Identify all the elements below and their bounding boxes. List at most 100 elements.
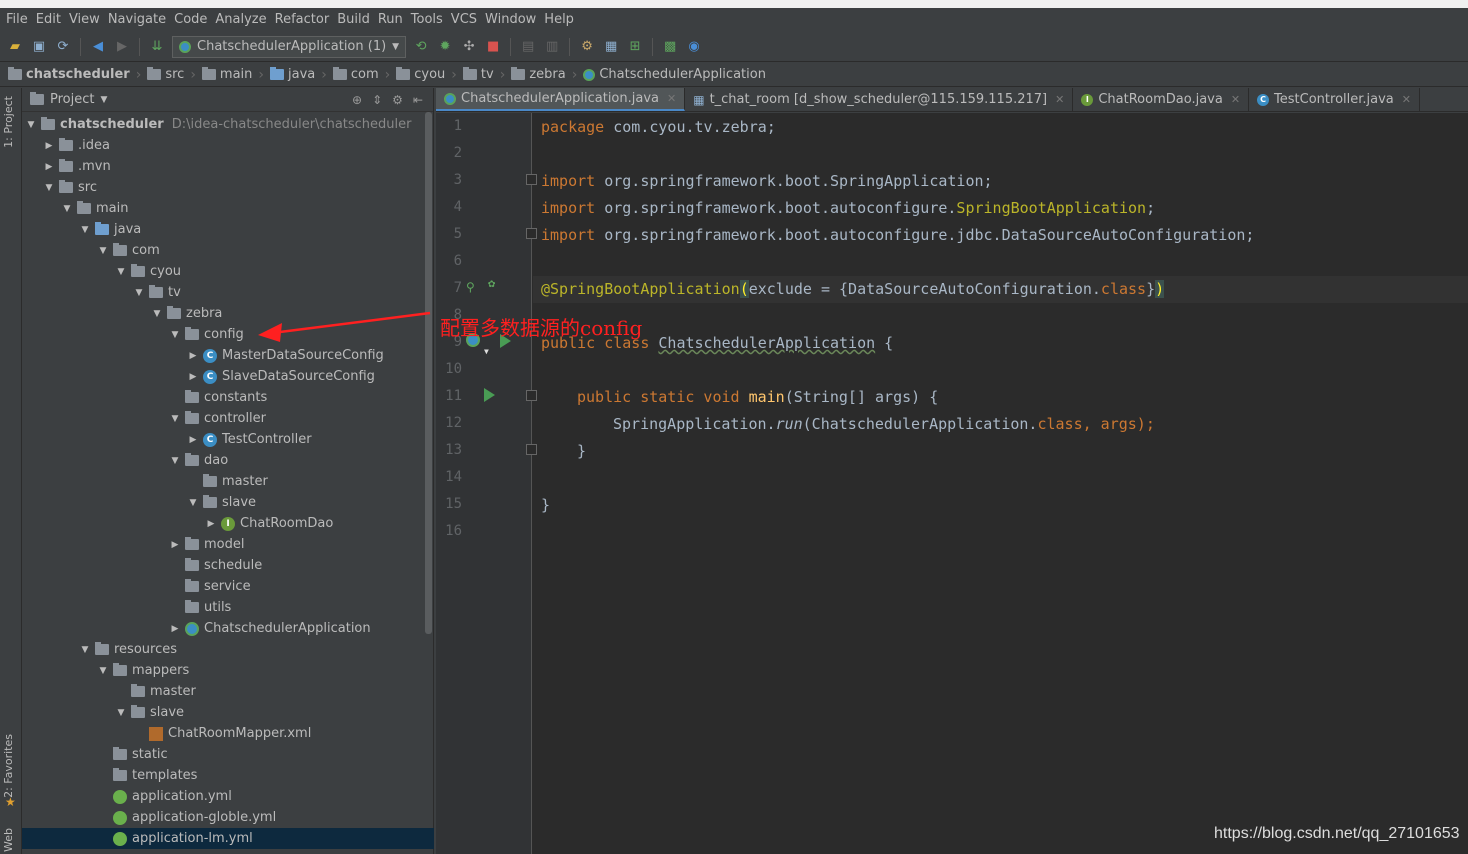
tree-node[interactable]: master [22, 471, 434, 492]
collapse-arrow-icon[interactable]: ▶ [204, 519, 218, 529]
menu-window[interactable]: Window [483, 12, 542, 27]
tree-node[interactable]: ▼ slave [22, 702, 434, 723]
close-icon[interactable]: ✕ [1402, 93, 1411, 106]
expand-arrow-icon[interactable]: ▼ [96, 666, 110, 676]
expand-arrow-icon[interactable]: ▼ [96, 246, 110, 256]
tree-node[interactable]: ▼ com [22, 240, 434, 261]
tab-chatroomdao[interactable]: I ChatRoomDao.java ✕ [1073, 88, 1250, 111]
expand-arrow-icon[interactable]: ▼ [78, 645, 92, 655]
menu-vcs[interactable]: VCS [449, 12, 483, 27]
tree-node[interactable]: templates [22, 765, 434, 786]
vcs-icon[interactable]: ▥ [543, 38, 561, 56]
menu-edit[interactable]: Edit [34, 12, 67, 27]
tree-node[interactable]: ▼ cyou [22, 261, 434, 282]
run-main-icon[interactable] [484, 388, 495, 402]
save-icon[interactable]: ▣ [30, 38, 48, 56]
code-editor[interactable]: 1 2 3 4 5 6 7 8 9 10 11 12 13 14 15 16 ⚲… [436, 113, 1468, 854]
forward-icon[interactable]: ▶ [113, 38, 131, 56]
collapse-arrow-icon[interactable]: ▶ [186, 372, 200, 382]
breadcrumb-item-java[interactable]: java [270, 67, 315, 82]
bean-icon[interactable]: ⚲ [466, 280, 475, 294]
chevron-down-icon[interactable]: ▼ [100, 95, 107, 105]
breadcrumb-item-chatscheduler[interactable]: chatscheduler [8, 67, 130, 82]
collapse-all-icon[interactable]: ⇕ [372, 93, 382, 107]
menu-refactor[interactable]: Refactor [273, 12, 336, 27]
menu-file[interactable]: File [4, 12, 34, 27]
tree-node[interactable]: ▼ java [22, 219, 434, 240]
tab-chatscheduler-application[interactable]: ChatschedulerApplication.java ✕ [436, 88, 686, 111]
expand-arrow-icon[interactable]: ▼ [168, 456, 182, 466]
project-scrollbar[interactable] [425, 112, 432, 634]
menu-help[interactable]: Help [542, 12, 580, 27]
project-structure-icon[interactable]: ▦ [602, 38, 620, 56]
close-icon[interactable]: ✕ [1231, 93, 1240, 106]
tree-node[interactable]: ChatRoomMapper.xml [22, 723, 434, 744]
collapse-arrow-icon[interactable]: ▶ [186, 435, 200, 445]
tree-node[interactable]: ▼ main [22, 198, 434, 219]
tab-testcontroller[interactable]: C TestController.java ✕ [1249, 88, 1420, 111]
tree-node[interactable]: service [22, 576, 434, 597]
fold-marker-icon[interactable] [526, 228, 537, 239]
spring-icon[interactable]: ✿ [488, 276, 495, 290]
collapse-arrow-icon[interactable]: ▶ [168, 540, 182, 550]
tree-node[interactable]: ▶ C TestController [22, 429, 434, 450]
debug-icon[interactable]: ✹ [436, 38, 454, 56]
breadcrumb-item-tv[interactable]: tv [462, 67, 494, 82]
collapse-arrow-icon[interactable]: ▶ [186, 351, 200, 361]
stop-icon[interactable]: ■ [484, 38, 502, 56]
breadcrumb-item-main[interactable]: main [201, 67, 252, 82]
tree-node[interactable]: schedule [22, 555, 434, 576]
tree-node[interactable]: ▼ resources [22, 639, 434, 660]
tree-node[interactable]: ▼ src [22, 177, 434, 198]
tree-node[interactable]: ▼ slave [22, 492, 434, 513]
make-icon[interactable]: ⇊ [148, 38, 166, 56]
project-view-selector[interactable]: Project [50, 92, 94, 107]
expand-arrow-icon[interactable]: ▼ [186, 498, 200, 508]
check-icon[interactable]: ◉ [685, 38, 703, 56]
sdk-icon[interactable]: ⊞ [626, 38, 644, 56]
tree-node-config[interactable]: ▼ config [22, 324, 434, 345]
tree-node[interactable]: static [22, 744, 434, 765]
expand-arrow-icon[interactable]: ▼ [168, 414, 182, 424]
tree-node[interactable]: ▼ mappers [22, 660, 434, 681]
breadcrumb-item-src[interactable]: src [147, 67, 184, 82]
gear-icon[interactable]: ⚙ [392, 93, 403, 107]
favorites-tool-tab[interactable]: 2: Favorites [2, 734, 15, 798]
run-icon[interactable]: ⟲ [412, 38, 430, 56]
expand-arrow-icon[interactable]: ▼ [24, 120, 38, 130]
fold-marker-icon[interactable] [526, 444, 537, 455]
tree-node[interactable]: ▼ controller [22, 408, 434, 429]
hide-panel-icon[interactable]: ⇤ [413, 93, 423, 107]
tree-node[interactable]: ▶ .idea [22, 135, 434, 156]
tree-node-selected[interactable]: application-lm.yml [22, 828, 434, 849]
expand-arrow-icon[interactable]: ▼ [60, 204, 74, 214]
tree-node[interactable]: application.yml [22, 786, 434, 807]
terminal-icon[interactable]: ▩ [661, 38, 679, 56]
menu-build[interactable]: Build [335, 12, 376, 27]
tree-node[interactable]: ▼ dao [22, 450, 434, 471]
web-tool-tab[interactable]: Web [2, 828, 15, 852]
expand-arrow-icon[interactable]: ▼ [132, 288, 146, 298]
expand-arrow-icon[interactable]: ▼ [42, 183, 56, 193]
breadcrumb-item-cyou[interactable]: cyou [396, 67, 445, 82]
run-configuration-selector[interactable]: ChatschedulerApplication (1) ▼ [172, 35, 407, 58]
collapse-arrow-icon[interactable]: ▶ [42, 162, 56, 172]
expand-arrow-icon[interactable]: ▼ [114, 267, 128, 277]
tab-t-chat-room[interactable]: ▦ t_chat_room [d_show_scheduler@115.159.1… [685, 88, 1074, 111]
tree-node[interactable]: constants [22, 387, 434, 408]
expand-arrow-icon[interactable]: ▼ [150, 309, 164, 319]
collapse-arrow-icon[interactable]: ▶ [42, 141, 56, 151]
tree-node[interactable]: ▶ ChatschedulerApplication [22, 618, 434, 639]
sync-icon[interactable]: ⟳ [54, 38, 72, 56]
scroll-from-source-icon[interactable]: ⊕ [352, 93, 362, 107]
tree-node[interactable]: ▼ tv [22, 282, 434, 303]
breadcrumb-item-application[interactable]: ChatschedulerApplication [583, 67, 766, 82]
menu-tools[interactable]: Tools [409, 12, 449, 27]
menu-view[interactable]: View [67, 12, 106, 27]
breadcrumb-item-com[interactable]: com [332, 67, 379, 82]
breadcrumb-item-zebra[interactable]: zebra [511, 67, 566, 82]
tree-node[interactable]: ▶ model [22, 534, 434, 555]
coverage-icon[interactable]: ✣ [460, 38, 478, 56]
tree-node[interactable]: utils [22, 597, 434, 618]
expand-arrow-icon[interactable]: ▼ [168, 330, 182, 340]
